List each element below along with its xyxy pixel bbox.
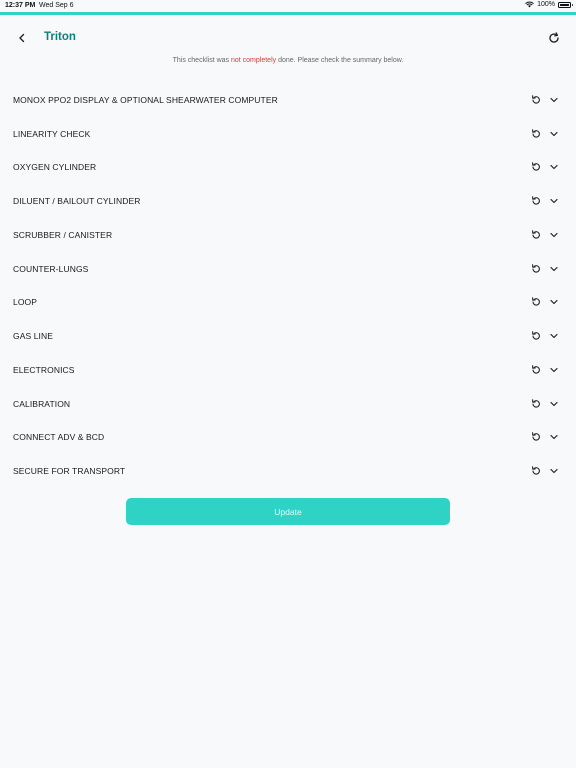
notice-suffix: done. Please check the summary below. (276, 57, 404, 64)
reset-icon (532, 263, 540, 273)
expand-button[interactable] (548, 229, 560, 241)
reset-button[interactable] (530, 161, 542, 173)
back-button[interactable] (14, 30, 30, 46)
checklist-section-row[interactable]: OXYGEN CYLINDER (0, 151, 576, 185)
status-bar: 12:37 PM Wed Sep 6 100% (0, 0, 576, 12)
battery-percent: 100% (537, 1, 555, 8)
reset-icon (532, 128, 540, 138)
chevron-down-icon (550, 435, 558, 440)
reset-icon (532, 162, 540, 171)
checklist-section-row[interactable]: CALIBRATION (0, 387, 576, 421)
notice-prefix: This checklist was (172, 57, 231, 64)
reset-button[interactable] (530, 128, 542, 140)
checklist-section-label: DILUENT / BAILOUT CYLINDER (13, 196, 141, 207)
reset-button[interactable] (530, 330, 542, 342)
refresh-icon (549, 32, 559, 43)
chevron-down-icon (550, 165, 558, 170)
expand-button[interactable] (548, 94, 560, 106)
expand-button[interactable] (548, 431, 560, 443)
checklist-section-row[interactable]: GAS LINE (0, 319, 576, 353)
status-indicators: 100% (525, 1, 573, 8)
expand-button[interactable] (548, 364, 560, 376)
checklist-section-row[interactable]: LOOP (0, 286, 576, 320)
checklist-section-label: CONNECT ADV & BCD (13, 432, 105, 443)
reset-button[interactable] (530, 465, 542, 477)
chevron-down-icon (550, 232, 558, 237)
chevron-down-icon (550, 266, 558, 271)
checklist-section-row[interactable]: SCRUBBER / CANISTER (0, 218, 576, 252)
checklist: MONOX PPO2 DISPLAY & OPTIONAL SHEARWATER… (0, 83, 576, 488)
checklist-section-row[interactable]: DILUENT / BAILOUT CYLINDER (0, 184, 576, 218)
reset-icon (532, 398, 540, 408)
page-title: Triton (44, 31, 76, 43)
expand-button[interactable] (548, 263, 560, 275)
checklist-section-row[interactable]: LINEARITY CHECK (0, 117, 576, 151)
checklist-section-row[interactable]: ELECTRONICS (0, 353, 576, 387)
chevron-down-icon (550, 334, 558, 339)
chevron-down-icon (550, 199, 558, 204)
expand-button[interactable] (548, 398, 560, 410)
reset-icon (532, 331, 540, 340)
expand-button[interactable] (548, 330, 560, 342)
reset-button[interactable] (530, 398, 542, 410)
chevron-left-icon (19, 33, 25, 43)
wifi-icon (525, 1, 534, 8)
expand-button[interactable] (548, 161, 560, 173)
accent-line (0, 12, 576, 15)
chevron-down-icon (550, 300, 558, 305)
battery-icon (558, 1, 573, 8)
expand-button[interactable] (548, 128, 560, 140)
reset-icon (532, 95, 540, 104)
checklist-section-row[interactable]: MONOX PPO2 DISPLAY & OPTIONAL SHEARWATER… (0, 83, 576, 117)
checklist-section-label: LINEARITY CHECK (13, 128, 91, 139)
chevron-down-icon (550, 401, 558, 406)
expand-button[interactable] (548, 296, 560, 308)
reset-button[interactable] (530, 229, 542, 241)
checklist-section-label: OXYGEN CYLINDER (13, 162, 97, 173)
completion-notice: This checklist was not completely done. … (0, 57, 576, 64)
reset-icon (532, 196, 540, 205)
update-button[interactable]: Update (126, 498, 450, 525)
reset-button[interactable] (530, 94, 542, 106)
checklist-section-label: CALIBRATION (13, 398, 71, 409)
reset-icon (532, 297, 540, 306)
notice-highlight: not completely (230, 57, 277, 64)
reset-icon (532, 365, 540, 374)
checklist-section-label: GAS LINE (13, 331, 54, 342)
reset-icon (532, 466, 540, 475)
checklist-section-label: LOOP (13, 297, 38, 308)
status-time: 12:37 PM (5, 2, 36, 9)
checklist-section-row[interactable]: CONNECT ADV & BCD (0, 421, 576, 455)
header: Triton (0, 22, 576, 54)
checklist-section-row[interactable]: COUNTER-LUNGS (0, 252, 576, 286)
chevron-down-icon (550, 131, 558, 136)
expand-button[interactable] (548, 465, 560, 477)
reset-icon (532, 432, 540, 441)
chevron-down-icon (550, 97, 558, 102)
checklist-section-label: SECURE FOR TRANSPORT (13, 466, 126, 477)
checklist-section-label: ELECTRONICS (13, 364, 75, 375)
chevron-down-icon (550, 469, 558, 474)
checklist-section-label: MONOX PPO2 DISPLAY & OPTIONAL SHEARWATER… (13, 94, 278, 105)
status-date: Wed Sep 6 (39, 2, 74, 9)
reset-button[interactable] (530, 431, 542, 443)
reset-button[interactable] (530, 364, 542, 376)
chevron-down-icon (550, 367, 558, 372)
refresh-button[interactable] (546, 30, 562, 46)
reset-icon (532, 230, 540, 239)
reset-button[interactable] (530, 263, 542, 275)
expand-button[interactable] (548, 195, 560, 207)
checklist-section-row[interactable]: SECURE FOR TRANSPORT (0, 454, 576, 488)
checklist-section-label: COUNTER-LUNGS (13, 263, 89, 274)
reset-button[interactable] (530, 195, 542, 207)
reset-button[interactable] (530, 296, 542, 308)
checklist-section-label: SCRUBBER / CANISTER (13, 229, 113, 240)
